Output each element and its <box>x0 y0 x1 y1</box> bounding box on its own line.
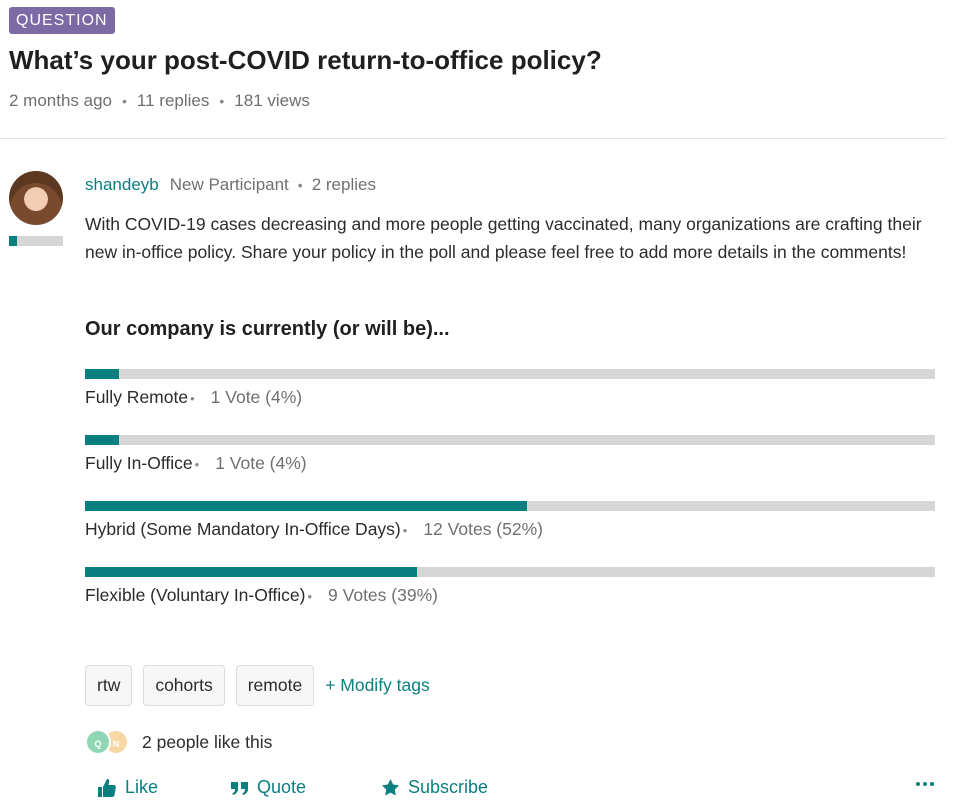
poll-option-row: Flexible (Voluntary In-Office) • 9 Votes (… <box>85 585 935 606</box>
subscribe-label: Subscribe <box>408 777 489 797</box>
poll-option[interactable]: Fully Remote • 1 Vote (4%) <box>85 369 935 408</box>
poll-bar-fill <box>85 501 527 511</box>
poll-option-votes: 9 Votes (39%) <box>328 585 438 605</box>
more-dot <box>916 782 920 786</box>
question-badge: QUESTION <box>9 7 115 34</box>
poll-option-label: Flexible (Voluntary In-Office) <box>85 585 306 605</box>
like-avatars[interactable]: Q N <box>85 729 131 755</box>
poll-bar-track <box>85 501 935 511</box>
likes-summary: Q N 2 people like this <box>85 729 272 755</box>
author-rank-fill <box>9 236 18 246</box>
author-line: shandeyb New Participant • 2 replies <box>85 175 376 195</box>
poll-bar-fill <box>85 369 119 379</box>
separator-dot: • <box>122 93 127 109</box>
likes-text[interactable]: 2 people like this <box>142 732 272 753</box>
post-body: With COVID-19 cases decreasing and more … <box>85 214 922 262</box>
poll-option-row: Hybrid (Some Mandatory In-Office Days) • 1… <box>85 519 935 540</box>
author-role: New Participant <box>169 175 289 194</box>
tag-rtw[interactable]: rtw <box>85 665 133 706</box>
poll-option[interactable]: Flexible (Voluntary In-Office) • 9 Votes (… <box>85 567 935 606</box>
bullet: • <box>194 457 200 472</box>
tag-remote[interactable]: remote <box>235 665 315 706</box>
poll-option-votes: 1 Vote (4%) <box>215 453 307 473</box>
separator-dot: • <box>219 93 225 109</box>
header-divider <box>0 138 946 139</box>
post-views-count: 181 views <box>234 91 310 110</box>
poll-option-label: Fully In-Office <box>85 453 193 473</box>
thumbs-up-icon <box>98 778 116 797</box>
post-age: 2 months ago <box>9 91 113 110</box>
poll-bar-fill <box>85 435 119 445</box>
post-meta: 2 months ago • 11 replies • 181 views <box>9 91 310 111</box>
subscribe-button[interactable]: Subscribe <box>381 777 488 798</box>
author-rank-bar <box>9 236 63 246</box>
tag-list: rtw cohorts remote + Modify tags <box>85 665 430 706</box>
like-label: Like <box>125 777 159 797</box>
modify-tags-link[interactable]: + Modify tags <box>325 675 430 696</box>
quote-icon <box>231 781 248 795</box>
poll-option-row: Fully In-Office • 1 Vote (4%) <box>85 453 935 474</box>
star-icon <box>381 778 400 796</box>
post-actions: Like Quote Subscribe <box>0 777 956 801</box>
poll-bar-track <box>85 567 935 577</box>
tag-cohorts[interactable]: cohorts <box>143 665 225 706</box>
quote-button[interactable]: Quote <box>231 777 306 798</box>
poll-option[interactable]: Hybrid (Some Mandatory In-Office Days) • 1… <box>85 501 935 540</box>
author-username[interactable]: shandeyb <box>85 175 159 195</box>
poll-question: Our company is currently (or will be)... <box>85 318 450 340</box>
author-replies: 2 replies <box>311 175 376 194</box>
poll-option-votes: 1 Vote (4%) <box>210 387 303 407</box>
poll-option-label: Fully Remote <box>85 387 189 407</box>
liker-avatar[interactable]: Q <box>85 729 111 755</box>
bullet: • <box>190 391 195 406</box>
more-dot <box>930 782 934 786</box>
more-options-icon[interactable] <box>916 782 937 786</box>
bullet: • <box>307 589 313 604</box>
post-title: What’s your post-COVID return-to-office … <box>9 45 602 75</box>
post-replies-count[interactable]: 11 replies <box>137 91 209 111</box>
more-dot <box>923 782 927 786</box>
poll-option-row: Fully Remote • 1 Vote (4%) <box>85 387 935 408</box>
quote-label: Quote <box>257 777 307 797</box>
poll-bar-track <box>85 369 935 379</box>
poll-option[interactable]: Fully In-Office • 1 Vote (4%) <box>85 435 935 474</box>
separator-dot: • <box>297 177 303 193</box>
bullet: • <box>402 523 408 538</box>
poll-option-votes: 12 Votes (52%) <box>423 519 543 539</box>
author-avatar[interactable] <box>9 171 63 225</box>
poll-bar-track <box>85 435 935 445</box>
poll-option-label: Hybrid (Some Mandatory In-Office Days) <box>85 519 401 539</box>
like-button[interactable]: Like <box>97 777 158 798</box>
poll-bar-fill <box>85 567 417 577</box>
